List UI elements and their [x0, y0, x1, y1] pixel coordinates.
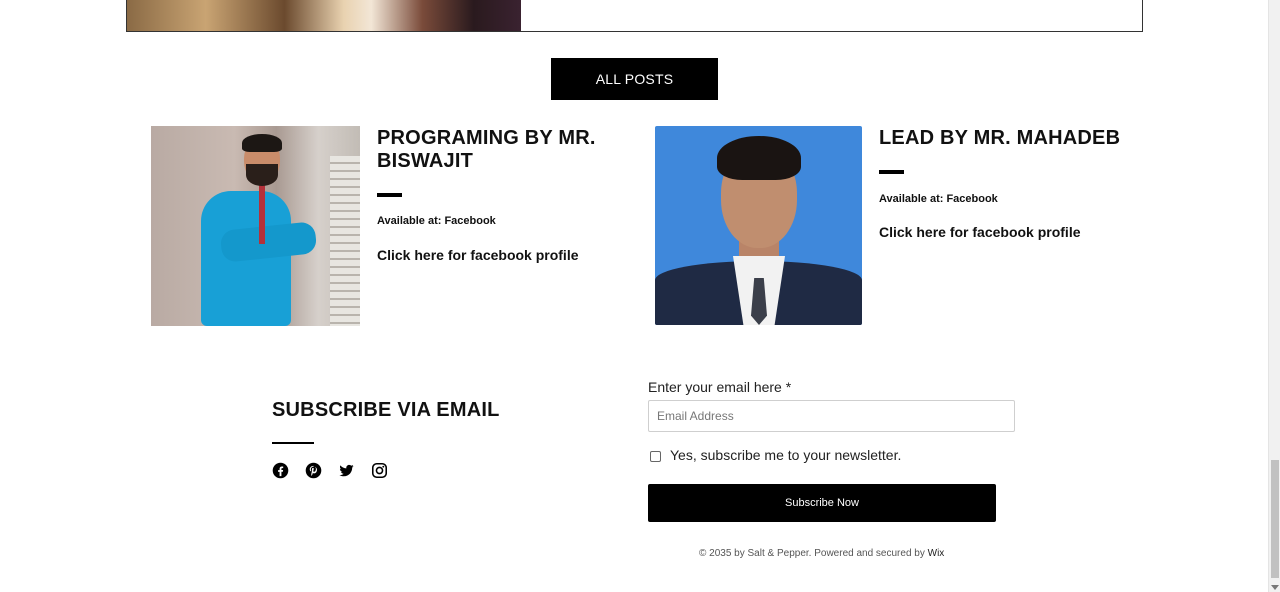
post-cover-image[interactable]	[127, 0, 521, 31]
social-links	[272, 462, 388, 479]
subscribe-button[interactable]: Subscribe Now	[648, 484, 996, 522]
facebook-icon[interactable]	[272, 462, 289, 479]
facebook-profile-link[interactable]: Click here for facebook profile	[879, 224, 1081, 240]
subscribe-divider	[272, 442, 314, 444]
title-divider	[377, 193, 402, 197]
author-photo-biswajit	[151, 126, 360, 326]
all-posts-button[interactable]: ALL POSTS	[551, 58, 718, 100]
subscribe-title: SUBSCRIBE VIA EMAIL	[272, 399, 500, 421]
newsletter-checkbox[interactable]	[650, 450, 661, 462]
blog-post-card[interactable]	[126, 0, 1143, 32]
author-title: PROGRAMING BY MR. BISWAJIT	[377, 127, 596, 172]
page-scrollbar[interactable]	[1268, 0, 1280, 592]
footer-text: © 2035 by Salt & Pepper. Powered and sec…	[699, 548, 928, 559]
author-photo-mahadeb	[655, 126, 862, 325]
scroll-down-arrow-icon[interactable]	[1271, 585, 1279, 590]
newsletter-checkbox-label[interactable]: Yes, subscribe me to your newsletter.	[670, 447, 901, 463]
scrollbar-thumb[interactable]	[1271, 460, 1279, 578]
instagram-icon[interactable]	[371, 462, 388, 479]
email-field-label: Enter your email here *	[648, 379, 792, 395]
pinterest-icon[interactable]	[305, 462, 322, 479]
twitter-icon[interactable]	[338, 462, 355, 479]
facebook-profile-link[interactable]: Click here for facebook profile	[377, 247, 579, 263]
author-title: LEAD BY MR. MAHADEB	[879, 127, 1121, 149]
newsletter-consent: Yes, subscribe me to your newsletter.	[650, 447, 901, 463]
author-availability: Available at: Facebook	[377, 215, 496, 227]
wix-link[interactable]: Wix	[928, 548, 945, 559]
email-field[interactable]	[648, 400, 1015, 432]
footer-copyright: © 2035 by Salt & Pepper. Powered and sec…	[699, 548, 944, 559]
title-divider	[879, 170, 904, 174]
author-availability: Available at: Facebook	[879, 193, 998, 205]
